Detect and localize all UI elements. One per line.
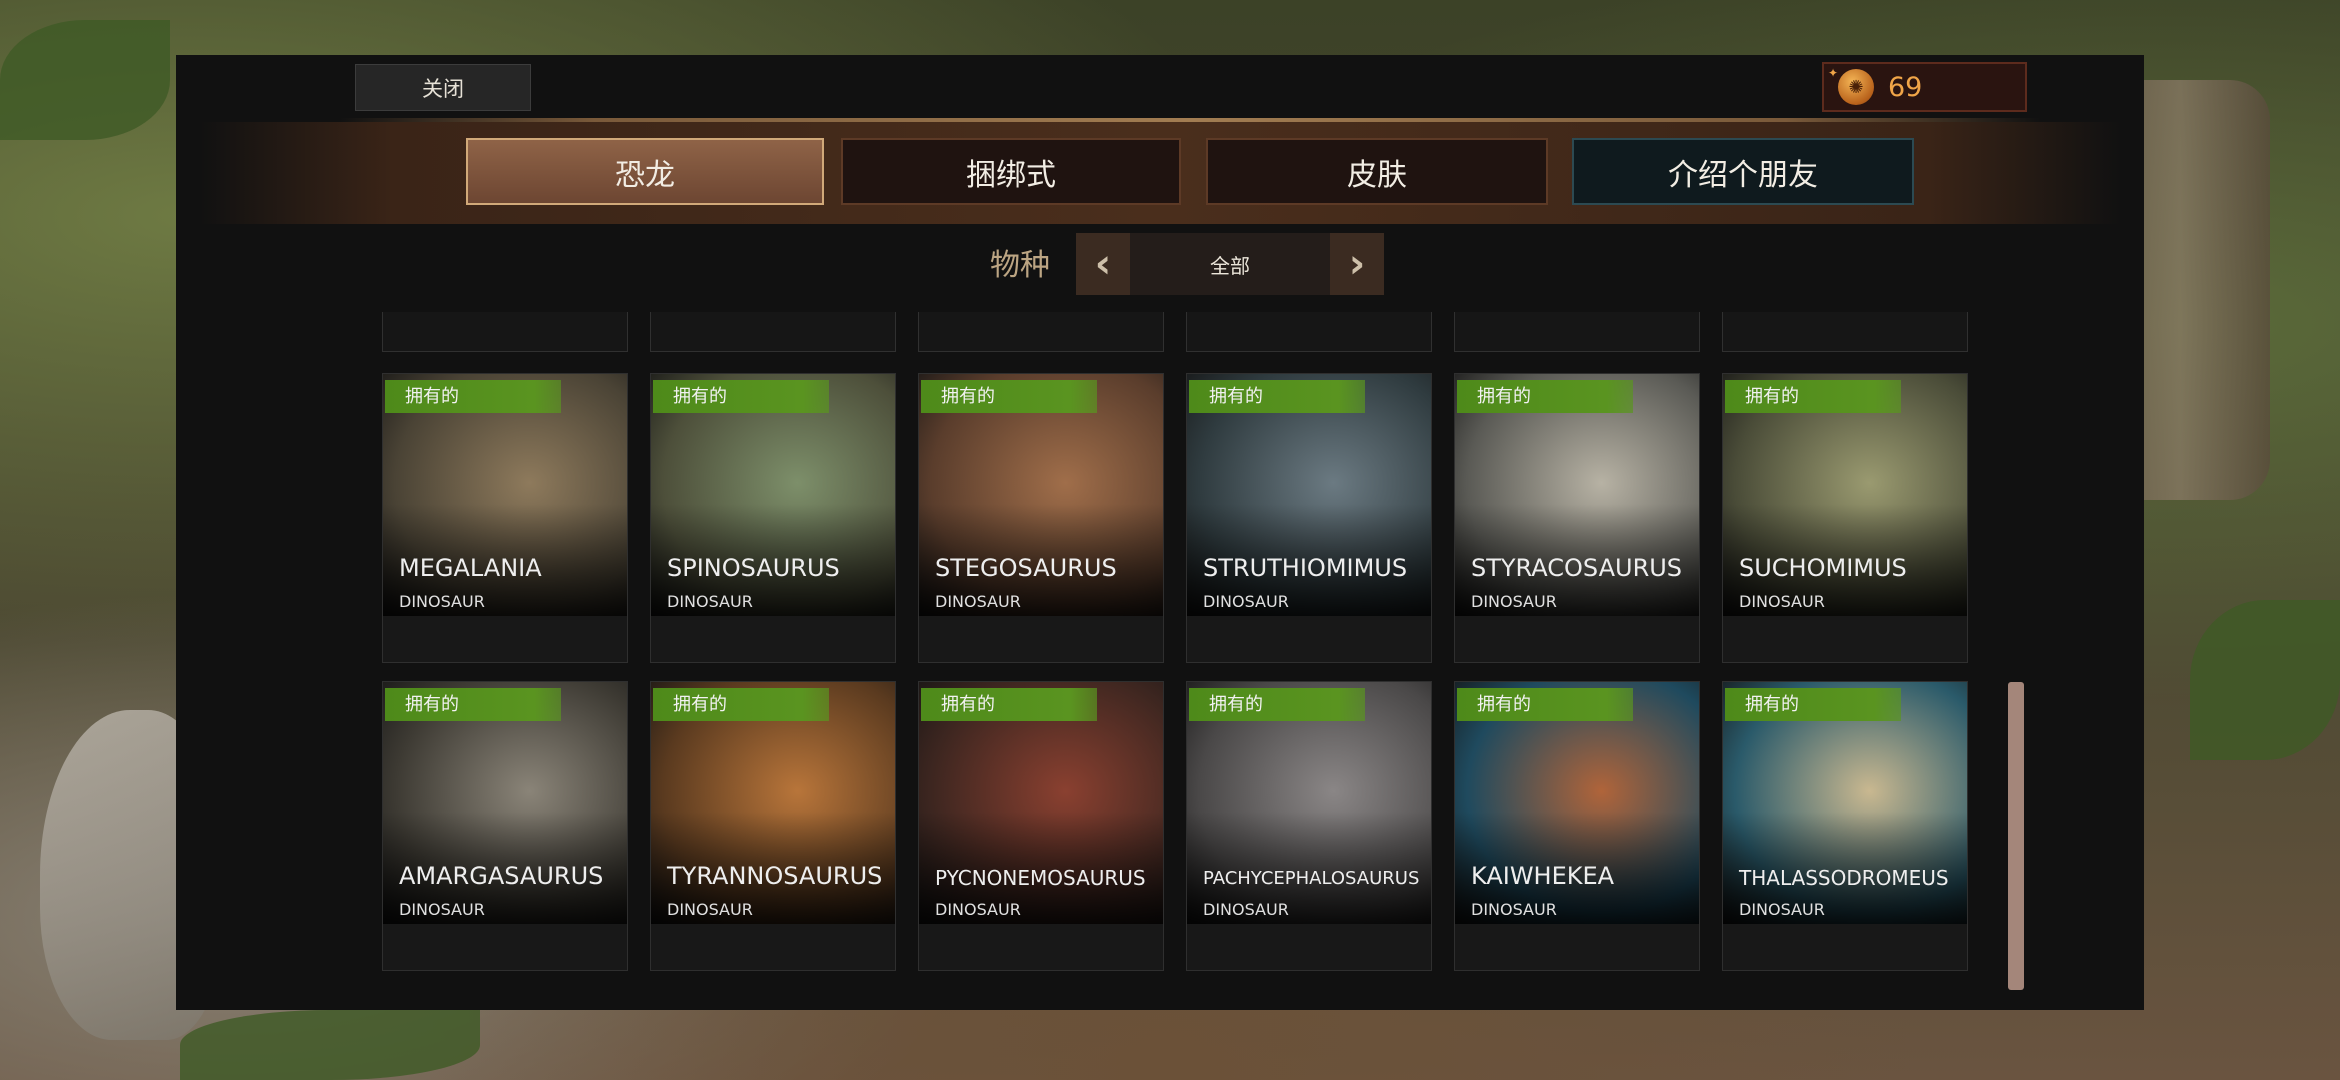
dino-name: KAIWHEKEA <box>1471 862 1615 890</box>
dino-name: MEGALANIA <box>399 554 542 582</box>
chevron-left-icon: ‹ <box>1094 241 1112 287</box>
dino-card-spinosaurus[interactable]: 拥有的 SPINOSAURUS DINOSAUR <box>650 373 896 663</box>
dino-card-suchomimus[interactable]: 拥有的 SUCHOMIMUS DINOSAUR <box>1722 373 1968 663</box>
dino-card-styracosaurus[interactable]: 拥有的 STYRACOSAURUS DINOSAUR <box>1454 373 1700 663</box>
species-next-button[interactable]: › <box>1330 233 1384 295</box>
close-button[interactable]: 关闭 <box>355 64 531 111</box>
card-partial[interactable] <box>1186 312 1432 352</box>
dino-type: DINOSAUR <box>1203 900 1289 919</box>
dino-type: DINOSAUR <box>1471 592 1557 611</box>
dino-name: PYCNONEMOSAURUS <box>935 866 1146 890</box>
currency-amount: 69 <box>1888 71 1923 103</box>
dino-type: DINOSAUR <box>667 900 753 919</box>
dino-name: SUCHOMIMUS <box>1739 554 1907 582</box>
card-partial[interactable] <box>1722 312 1968 352</box>
owned-badge: 拥有的 <box>921 380 1097 413</box>
dino-card-stegosaurus[interactable]: 拥有的 STEGOSAURUS DINOSAUR <box>918 373 1164 663</box>
species-prev-button[interactable]: ‹ <box>1076 233 1130 295</box>
tab-refer-friend[interactable]: 介绍个朋友 <box>1572 138 1914 205</box>
dino-card-thalassodromeus[interactable]: 拥有的 THALASSODROMEUS DINOSAUR <box>1722 681 1968 971</box>
scrollbar[interactable] <box>2008 682 2024 990</box>
dino-name: PACHYCEPHALOSAURUS <box>1203 868 1420 889</box>
dino-type: DINOSAUR <box>935 900 1021 919</box>
card-partial[interactable] <box>918 312 1164 352</box>
dino-card-amargasaurus[interactable]: 拥有的 AMARGASAURUS DINOSAUR <box>382 681 628 971</box>
owned-badge: 拥有的 <box>653 688 829 721</box>
owned-badge: 拥有的 <box>1725 688 1901 721</box>
owned-badge: 拥有的 <box>385 380 561 413</box>
owned-badge: 拥有的 <box>1189 688 1365 721</box>
dino-type: DINOSAUR <box>399 900 485 919</box>
dino-name: STEGOSAURUS <box>935 554 1117 582</box>
tab-skins[interactable]: 皮肤 <box>1206 138 1548 205</box>
dino-type: DINOSAUR <box>1739 592 1825 611</box>
card-partial[interactable] <box>382 312 628 352</box>
species-filter-value: 全部 <box>1130 233 1330 295</box>
tab-bundles[interactable]: 捆绑式 <box>841 138 1181 205</box>
dino-card-pachycephalosaurus[interactable]: 拥有的 PACHYCEPHALOSAURUS DINOSAUR <box>1186 681 1432 971</box>
dino-name: STYRACOSAURUS <box>1471 554 1683 582</box>
owned-badge: 拥有的 <box>921 688 1097 721</box>
owned-badge: 拥有的 <box>1725 380 1901 413</box>
chevron-right-icon: › <box>1348 241 1366 287</box>
currency-display: ✦ ✺ 69 <box>1822 62 2027 112</box>
dino-name: AMARGASAURUS <box>399 862 604 890</box>
owned-badge: 拥有的 <box>1457 380 1633 413</box>
card-partial[interactable] <box>650 312 896 352</box>
owned-badge: 拥有的 <box>1189 380 1365 413</box>
dino-card-tyrannosaurus[interactable]: 拥有的 TYRANNOSAURUS DINOSAUR <box>650 681 896 971</box>
owned-badge: 拥有的 <box>385 688 561 721</box>
dino-type: DINOSAUR <box>667 592 753 611</box>
background-foliage <box>0 20 170 140</box>
owned-badge: 拥有的 <box>1457 688 1633 721</box>
background-foliage <box>180 1010 480 1080</box>
species-filter-label: 物种 <box>990 248 1050 283</box>
dino-name: TYRANNOSAURUS <box>667 862 883 890</box>
owned-badge: 拥有的 <box>653 380 829 413</box>
card-partial[interactable] <box>1454 312 1700 352</box>
dino-type: DINOSAUR <box>1203 592 1289 611</box>
dino-name: STRUTHIOMIMUS <box>1203 554 1408 582</box>
background-foliage <box>2190 600 2340 760</box>
dino-card-pycnonemosaurus[interactable]: 拥有的 PYCNONEMOSAURUS DINOSAUR <box>918 681 1164 971</box>
dino-type: DINOSAUR <box>399 592 485 611</box>
dino-type: DINOSAUR <box>1471 900 1557 919</box>
dino-name: SPINOSAURUS <box>667 554 840 582</box>
dino-card-struthiomimus[interactable]: 拥有的 STRUTHIOMIMUS DINOSAUR <box>1186 373 1432 663</box>
dino-card-kaiwhekea[interactable]: 拥有的 KAIWHEKEA DINOSAUR <box>1454 681 1700 971</box>
tab-dinosaurs[interactable]: 恐龙 <box>466 138 824 205</box>
dino-name: THALASSODROMEUS <box>1739 866 1949 890</box>
dino-coin-icon: ✺ <box>1838 69 1874 105</box>
dino-type: DINOSAUR <box>1739 900 1825 919</box>
dino-card-megalania[interactable]: 拥有的 MEGALANIA DINOSAUR <box>382 373 628 663</box>
plus-icon[interactable]: ✦ <box>1828 66 1838 80</box>
dino-type: DINOSAUR <box>935 592 1021 611</box>
